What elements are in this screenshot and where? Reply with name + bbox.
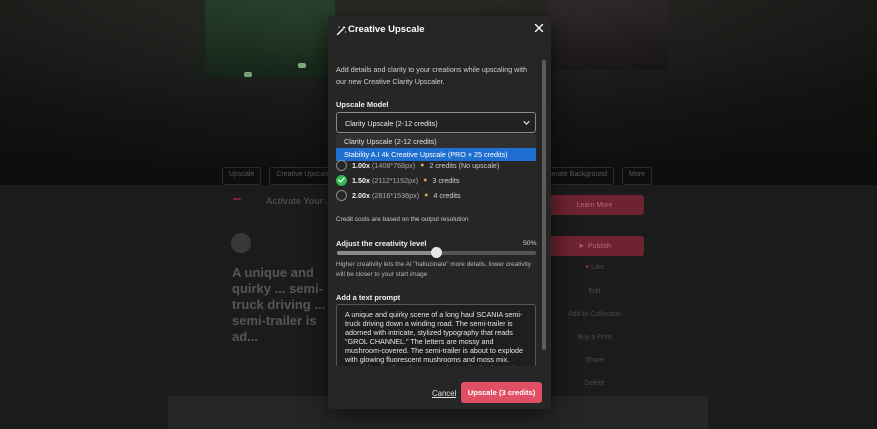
bg-tab-upscale[interactable]: Upscale [222,167,262,185]
avatar[interactable] [231,233,251,253]
creativity-label: Adjust the creativity level [336,239,427,248]
scale-2x-label: 2.00x (2816*1536px) [352,191,419,200]
upscale-model-label: Upscale Model [336,100,389,109]
like-button[interactable]: ♥ Like [545,264,644,271]
scale-1-5x-credits: 3 credits [432,175,460,185]
bg-headline: Activate Your ... [266,196,334,206]
upscale-button[interactable]: Upscale (3 credits) [461,382,542,403]
bg-tab-creative-upscale[interactable]: Creative Upscale [269,167,337,185]
upscale-model-dropdown: Clarity Upscale (2-12 credits) Stability… [336,134,536,161]
share-button[interactable]: Share [545,357,644,364]
radio-1x[interactable] [336,159,347,171]
bg-badge [233,198,241,200]
modal-footer: Cancel Upscale (3 credits) [328,366,551,409]
close-icon[interactable] [534,23,544,33]
magic-wand-icon [336,25,347,36]
check-icon [338,177,345,183]
add-to-collection-button[interactable]: Add to Collection [545,311,644,318]
bg-tab-more[interactable]: More [622,167,652,185]
prompt-textarea[interactable]: A unique and quirky scene of a long haul… [336,304,536,366]
creativity-slider-thumb[interactable] [431,247,442,258]
modal-header: Creative Upscale [328,16,551,46]
coin-icon: ● [424,191,429,199]
scale-option-1-5x[interactable]: 1.50x (2112*1152px) ● 3 credits [336,174,460,186]
scale-option-2x[interactable]: 2.00x (2816*1536px) ● 4 credits [336,189,461,201]
coin-icon: ● [420,161,425,169]
upscale-model-value: Clarity Upscale (2-12 credits) [345,119,438,128]
upscale-model-select[interactable]: Clarity Upscale (2-12 credits) [336,112,536,133]
like-label: Like [591,264,604,271]
scale-1x-credits: 2 credits (No upscale) [429,160,500,170]
model-option-clarity[interactable]: Clarity Upscale (2-12 credits) [336,135,536,148]
modal-title: Creative Upscale [348,24,425,35]
scale-1x-label: 1.00x (1408*768px) [352,161,415,170]
scale-1-5x-label: 1.50x (2112*1152px) [352,176,418,185]
scale-1-5x-factor: 1.50x [352,175,370,185]
buy-print-button[interactable]: Buy a Print [545,334,644,341]
modal-scrollbar-thumb[interactable] [542,60,546,350]
learn-more-label: Learn More [576,201,613,209]
prompt-label: Add a text prompt [336,293,401,302]
scale-1-5x-dims: (2112*1152px) [372,175,419,185]
scale-2x-factor: 2.00x [352,190,370,200]
publish-button[interactable]: ➤ Publish [545,236,644,256]
creativity-slider-fill [337,251,437,255]
prompt-text: A unique and quirky scene of a long haul… [345,310,524,366]
upscale-button-label: Upscale (3 credits) [467,388,536,397]
scale-2x-credits: 4 credits [433,190,461,200]
modal-scroll-body[interactable]: Add details and clarity to your creation… [328,46,551,366]
edit-button[interactable]: Edit [545,288,644,295]
creative-upscale-modal: Creative Upscale Add details and clarity… [328,16,551,409]
coin-icon: ● [423,176,428,184]
heart-icon: ♥ [585,264,590,271]
learn-more-button[interactable]: Learn More [545,195,644,215]
creativity-help: Higher creativity lets the AI "hallucina… [336,261,531,278]
scale-1x-dims: (1408*768px) [372,160,416,170]
cancel-button[interactable]: Cancel [432,389,456,398]
scale-2x-dims: (2816*1536px) [372,190,420,200]
delete-button[interactable]: Delete [545,380,644,387]
credit-cost-note: Credit costs are based on the output res… [336,216,469,223]
publish-icon: ➤ [578,243,584,250]
publish-label: Publish [587,242,611,250]
radio-2x[interactable] [336,189,347,201]
post-title: A unique and quirky ... semi-truck drivi… [232,265,326,344]
scale-option-1x[interactable]: 1.00x (1408*768px) ● 2 credits (No upsca… [336,159,499,171]
creativity-value: 50% [523,240,537,247]
scale-1x-factor: 1.00x [352,160,370,170]
chevron-down-icon [523,120,530,125]
modal-intro: Add details and clarity to your creation… [336,65,527,86]
radio-1-5x[interactable] [336,174,347,186]
